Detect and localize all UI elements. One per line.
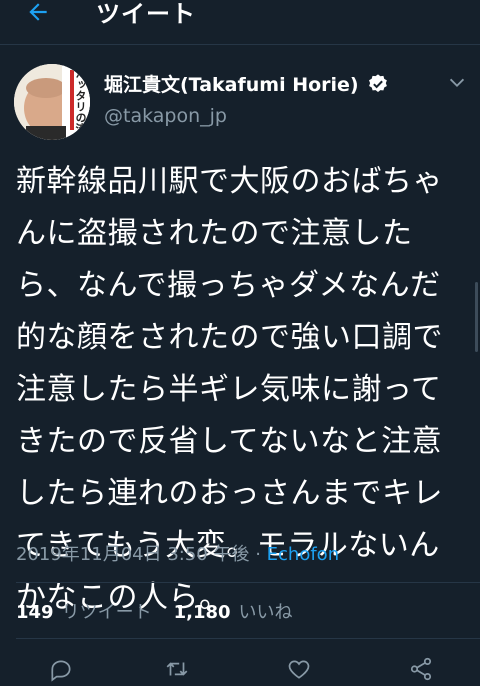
top-bar: ツイート: [0, 0, 480, 34]
retweet-icon: [166, 662, 188, 676]
heart-icon: [288, 660, 310, 679]
retweets-label: リツイート: [61, 602, 152, 623]
reply-button[interactable]: [48, 656, 74, 682]
retweets-count: 149: [16, 602, 54, 623]
share-button[interactable]: [408, 656, 434, 682]
author-name[interactable]: 堀江貴文(Takafumi Horie): [104, 70, 389, 97]
author-handle[interactable]: @takapon_jp: [104, 105, 227, 127]
scrollbar-thumb[interactable]: [475, 282, 478, 352]
page-title: ツイート: [96, 0, 196, 28]
source-link[interactable]: Echofon: [267, 544, 339, 565]
avatar-caption: ハッタリの流: [74, 68, 87, 134]
tweet-meta: 2019年11月04日 3:50 午後 · Echofon: [16, 540, 339, 566]
meta-divider: [16, 582, 480, 583]
likes-label: いいね: [238, 602, 293, 623]
like-button[interactable]: [286, 656, 312, 682]
reply-icon: [51, 660, 71, 682]
likes-count: 1,180: [173, 602, 231, 623]
back-button[interactable]: [22, 0, 54, 28]
header-divider: [0, 44, 480, 45]
likes-stat[interactable]: 1,180 いいね: [174, 598, 293, 624]
share-icon: [410, 657, 432, 681]
timestamp[interactable]: 2019年11月04日 3:50 午後: [16, 544, 249, 565]
stats-divider: [16, 638, 480, 639]
meta-separator: ·: [249, 544, 267, 565]
verified-badge-icon: [367, 73, 389, 95]
action-bar: [0, 652, 480, 682]
arrow-left-icon: [29, 3, 47, 21]
display-name-text: 堀江貴文(Takafumi Horie): [104, 74, 359, 96]
avatar[interactable]: ハッタリの流: [14, 64, 90, 140]
retweet-button[interactable]: [164, 656, 190, 682]
chevron-down-icon: [449, 78, 465, 88]
retweets-stat[interactable]: 149 リツイート: [16, 598, 152, 624]
more-options-button[interactable]: [446, 72, 468, 94]
tweet-stats: 149 リツイート 1,180 いいね: [16, 598, 315, 624]
